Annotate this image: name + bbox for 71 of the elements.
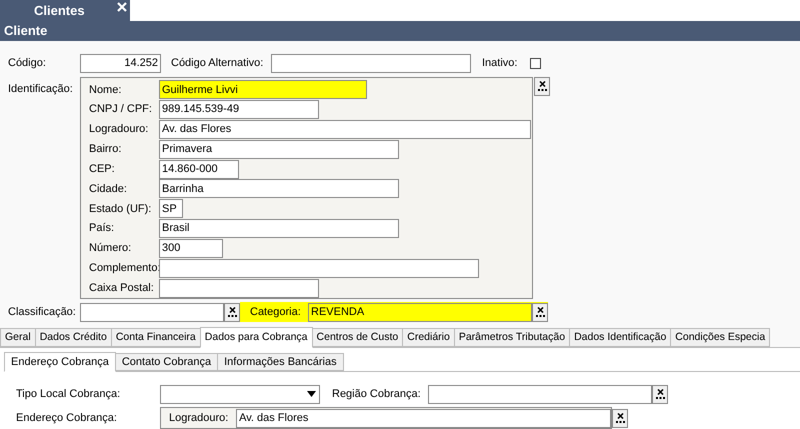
clear-icon [228, 306, 236, 312]
clear-icon [538, 81, 546, 87]
input-field[interactable]: Barrinha [159, 179, 399, 198]
field-label: Bairro: [89, 142, 122, 158]
field-label: Código: [7, 56, 47, 72]
input-field[interactable] [271, 54, 471, 73]
input-field[interactable]: Guilherme Livvi [159, 80, 367, 100]
checkbox[interactable] [530, 58, 541, 69]
field-label: Caixa Postal: [89, 280, 155, 296]
input-field[interactable]: Av. das Flores [236, 408, 611, 428]
input-field[interactable]: 989.145.539-49 [159, 100, 319, 120]
field-label: Complemento: [89, 260, 159, 276]
tab[interactable]: Contato Cobrança [114, 353, 218, 371]
field-label: Número: [89, 241, 132, 256]
dropdown[interactable] [160, 384, 320, 404]
input-field[interactable]: 14.252 [80, 54, 161, 73]
tab[interactable]: Condições Especia [670, 328, 770, 347]
field-label: Cidade: [89, 182, 128, 197]
clear-icon [616, 412, 624, 418]
ellipsis-icon [536, 314, 544, 318]
caret-down-icon [307, 391, 316, 397]
tab[interactable]: Dados para Cobrança [200, 327, 313, 348]
clear-icon [536, 306, 544, 312]
close-icon[interactable] [117, 2, 127, 12]
input-field[interactable]: REVENDA [308, 302, 532, 322]
tab[interactable]: Endereço Cobrança [4, 352, 116, 372]
input-field[interactable]: 300 [159, 238, 223, 258]
lookup-button[interactable] [652, 384, 668, 404]
field-label: Região Cobrança: [332, 386, 422, 402]
document-tab[interactable]: Clientes [0, 0, 130, 22]
input-field[interactable] [159, 258, 479, 278]
input-field[interactable]: 14.860-000 [159, 160, 239, 179]
tab[interactable]: Geral [0, 328, 36, 347]
field-label: Estado (UF): [89, 202, 152, 217]
lookup-button[interactable] [224, 302, 240, 322]
field-label: CNPJ / CPF: [89, 102, 153, 118]
ellipsis-icon [228, 314, 236, 318]
tab[interactable]: Parâmetros Tributação [454, 328, 570, 347]
lookup-button[interactable] [612, 408, 628, 428]
input-field[interactable]: Brasil [159, 219, 399, 238]
tab[interactable]: Conta Financeira [110, 328, 201, 347]
lookup-button[interactable] [534, 77, 550, 96]
field-label: Classificação: [7, 304, 77, 320]
field-label: Tipo Local Cobrança: [15, 386, 122, 402]
input-field[interactable] [80, 302, 224, 322]
tab[interactable]: Centros de Custo [312, 328, 404, 347]
ellipsis-icon [538, 89, 546, 92]
field-label: Nome: [89, 82, 122, 98]
field-label: Endereço Cobrança: [15, 410, 118, 426]
field-label: Inativo: [482, 56, 518, 72]
tab[interactable]: Informações Bancárias [217, 353, 344, 371]
input-field[interactable]: Av. das Flores [159, 120, 531, 140]
input-field[interactable] [159, 278, 319, 298]
tab[interactable]: Dados Identificação [569, 328, 672, 347]
input-field[interactable]: Primavera [159, 140, 399, 159]
clear-icon [656, 388, 664, 394]
field-label: Código Alternativo: [171, 56, 264, 72]
ellipsis-icon [656, 396, 664, 400]
field-label: Categoria: [249, 304, 302, 320]
input-field[interactable] [428, 384, 652, 404]
input-field[interactable]: SP [159, 199, 183, 218]
tab[interactable]: Dados Crédito [34, 328, 112, 347]
field-label: Identificação: [7, 82, 74, 93]
title-bar: Cliente [0, 21, 800, 41]
lookup-button[interactable] [532, 302, 548, 322]
field-label: Logradouro: [89, 122, 150, 138]
field-label: CEP: [89, 162, 116, 177]
ellipsis-icon [616, 420, 624, 424]
tab[interactable]: Crediário [402, 328, 455, 347]
field-label: Logradouro: [169, 410, 230, 426]
field-label: País: [89, 221, 116, 236]
